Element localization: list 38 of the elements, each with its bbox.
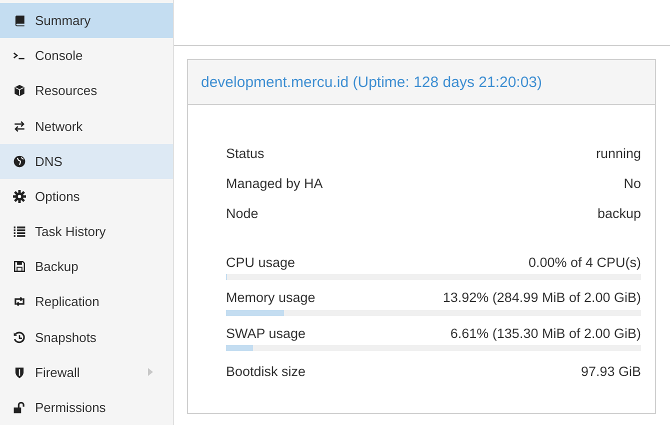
- row-label: Node: [226, 206, 258, 220]
- row-value: 97.93 GiB: [580, 364, 641, 379]
- list-icon: [13, 225, 26, 238]
- row-value: No: [624, 176, 641, 190]
- row-value: 0.00% of 4 CPU(s): [528, 254, 641, 270]
- sidebar-item[interactable]: Summary: [0, 3, 173, 38]
- sidebar-item[interactable]: Backup: [0, 249, 173, 284]
- globe-icon: [13, 154, 26, 168]
- sidebar-item[interactable]: Resources: [0, 73, 173, 109]
- panel-title: development.mercu.id (Uptime: 128 days 21:20:03): [201, 74, 542, 90]
- sidebar-item[interactable]: Firewall: [0, 354, 173, 390]
- sidebar-item[interactable]: DNS: [0, 144, 173, 179]
- row-label: Status: [226, 146, 264, 160]
- row-value: running: [596, 146, 641, 160]
- exchange-icon: [13, 120, 26, 133]
- row-label: Managed by HA: [226, 176, 323, 190]
- sidebar-item[interactable]: Console: [0, 38, 173, 74]
- sidebar-item[interactable]: Replication: [0, 284, 173, 320]
- floppy-icon: [13, 260, 26, 274]
- shield-icon: [13, 366, 26, 379]
- retweet-icon: [13, 295, 26, 308]
- cube-icon: [13, 84, 26, 98]
- sidebar-item[interactable]: Task History: [0, 214, 173, 250]
- row-label: SWAP usage: [226, 326, 306, 340]
- sidebar-item[interactable]: Options: [0, 178, 173, 214]
- book-icon: [13, 14, 26, 28]
- row-value: 13.92% (284.99 MiB of 2.00 GiB): [442, 290, 641, 305]
- sidebar-item[interactable]: Snapshots: [0, 320, 173, 355]
- row-label: Memory usage: [226, 290, 316, 305]
- gear-icon: [13, 190, 26, 203]
- row-label: Bootdisk size: [226, 364, 306, 379]
- sidebar-item[interactable]: Permissions: [0, 390, 173, 425]
- row-label: CPU usage: [226, 254, 296, 270]
- history-icon: [13, 330, 26, 344]
- sidebar-item[interactable]: Network: [0, 108, 173, 144]
- row-value: backup: [597, 206, 641, 220]
- unlock-icon: [13, 400, 26, 414]
- row-value: 6.61% (135.30 MiB of 2.00 GiB): [450, 326, 641, 340]
